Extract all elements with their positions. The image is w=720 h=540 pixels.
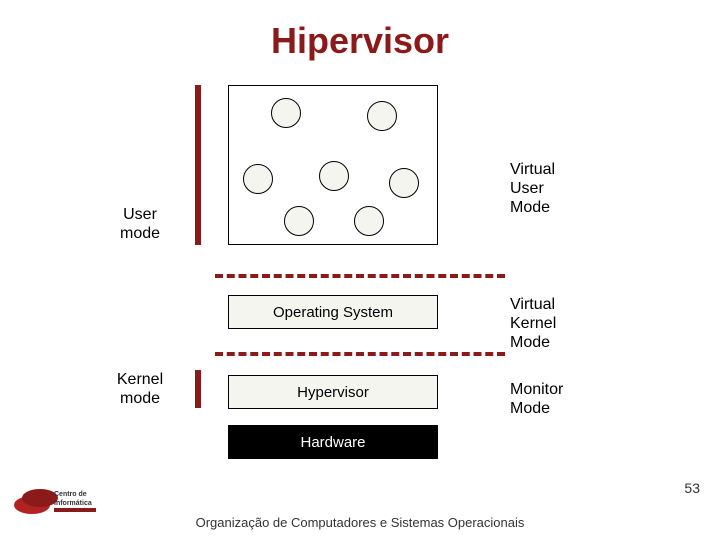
slide: Hipervisor User mode Kernel mode Virtual… <box>0 0 720 540</box>
operating-system-box: Operating System <box>228 295 438 329</box>
page-number: 53 <box>684 480 700 496</box>
user-mode-label: User mode <box>105 205 175 243</box>
svg-text:Centro de: Centro de <box>54 491 87 498</box>
process-circle <box>284 206 314 236</box>
hardware-box: Hardware <box>228 425 438 459</box>
process-circle <box>354 206 384 236</box>
user-mode-bar <box>195 85 201 245</box>
process-circle <box>319 161 349 191</box>
kernel-mode-bar <box>195 370 201 408</box>
monitor-mode-label: Monitor Mode <box>510 380 563 418</box>
virtual-user-mode-label: Virtual User Mode <box>510 160 555 218</box>
dashed-separator-1 <box>215 274 505 278</box>
virtual-kernel-mode-label: Virtual Kernel Mode <box>510 295 556 353</box>
svg-text:Informática: Informática <box>54 500 92 507</box>
process-circle <box>271 98 301 128</box>
process-circle <box>389 168 419 198</box>
footer-text: Organização de Computadores e Sistemas O… <box>0 515 720 530</box>
process-circle <box>243 164 273 194</box>
kernel-mode-label: Kernel mode <box>105 370 175 408</box>
logo-icon: Centro de Informática <box>10 480 100 520</box>
processes-box <box>228 85 438 245</box>
process-circle <box>367 101 397 131</box>
dashed-separator-2 <box>215 352 505 356</box>
page-title: Hipervisor <box>0 20 720 62</box>
hypervisor-box: Hypervisor <box>228 375 438 409</box>
